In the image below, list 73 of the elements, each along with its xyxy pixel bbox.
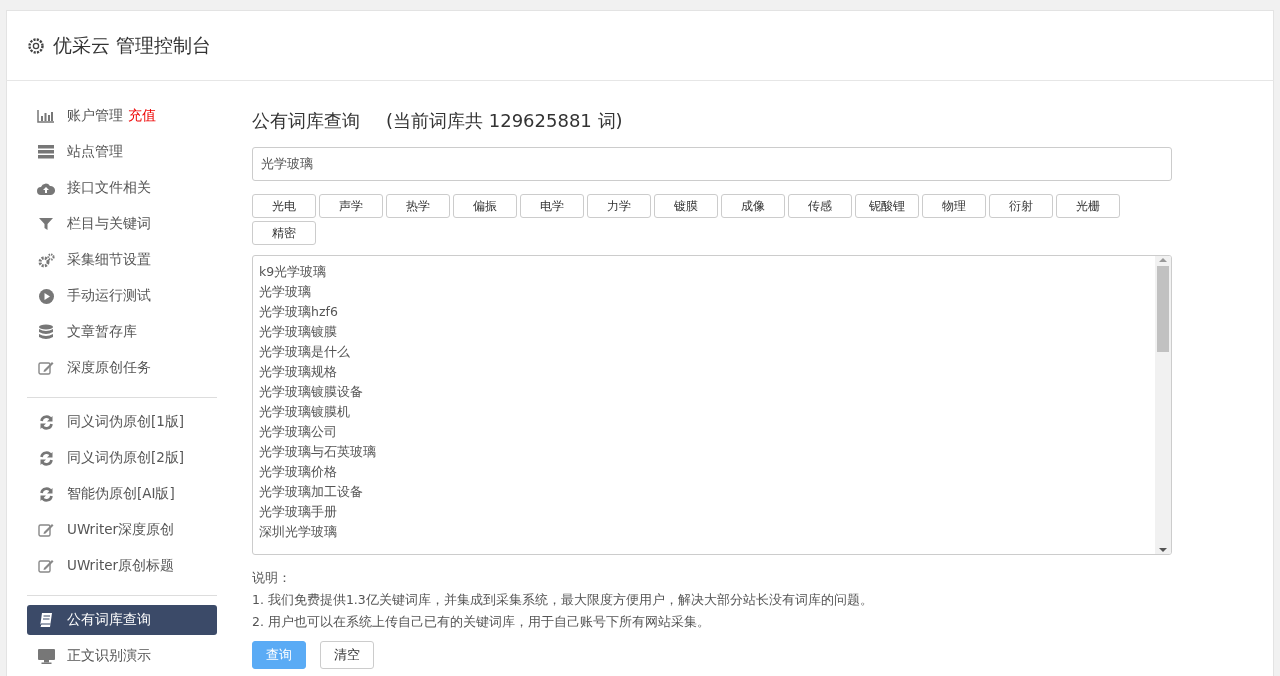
arrow-down-icon[interactable]	[1159, 546, 1167, 554]
server-icon	[38, 145, 54, 159]
recharge-link[interactable]: 充值	[128, 107, 156, 125]
result-line: 光学玻璃手册	[259, 503, 338, 521]
result-line: 光学玻璃	[259, 283, 312, 301]
sidebar-item[interactable]: UWriter深度原创	[27, 515, 217, 545]
sidebar-item[interactable]: 智能伪原创[AI版]	[27, 479, 217, 509]
tag-button[interactable]: 衍射	[989, 194, 1053, 218]
book-icon	[38, 612, 54, 628]
scrollbar-thumb[interactable]	[1157, 266, 1169, 352]
word-count: (当前词库共 129625881 词)	[386, 109, 623, 133]
clear-button[interactable]: 清空	[320, 641, 374, 669]
sidebar-item[interactable]: UWriter原创标题	[27, 551, 217, 581]
note-text: 1. 我们免费提供1.3亿关键词库，并集成到采集系统，最大限度方便用户，解决大部分站长没有词库的问题。	[252, 591, 874, 609]
result-line: 光学玻璃与石英玻璃	[259, 443, 377, 461]
edit-icon	[38, 361, 54, 375]
monitor-icon	[37, 648, 55, 664]
result-line: 深圳光学玻璃	[259, 523, 338, 541]
result-line: 光学玻璃规格	[259, 363, 338, 381]
result-line: 光学玻璃公司	[259, 423, 338, 441]
scrollbar[interactable]	[1155, 256, 1171, 554]
page-title: 公有词库查询	[252, 109, 360, 133]
tag-button[interactable]: 热学	[386, 194, 450, 218]
tag-button[interactable]: 光电	[252, 194, 316, 218]
result-line: 光学玻璃价格	[259, 463, 338, 481]
results-box[interactable]: k9光学玻璃 光学玻璃 光学玻璃hzf6 光学玻璃镀膜 光学玻璃是什么 光学玻璃规格 光学玻璃镀膜设备 光学玻璃镀膜机 光学玻璃公司 光学玻璃与石英玻璃 光学玻璃价格 光学玻璃加工设备 光学玻璃手册 深圳光学玻璃	[252, 255, 1172, 555]
tag-button[interactable]: 光栅	[1056, 194, 1120, 218]
database-icon	[39, 324, 53, 340]
sidebar-item[interactable]: 站点管理	[27, 137, 217, 167]
result-line: 光学玻璃是什么	[259, 343, 351, 361]
result-line: k9光学玻璃	[259, 263, 328, 281]
play-icon	[38, 288, 54, 304]
result-line: 光学玻璃镀膜设备	[259, 383, 364, 401]
sidebar-item[interactable]: 接口文件相关	[27, 173, 217, 203]
tag-button[interactable]: 偏振	[453, 194, 517, 218]
gear-icon	[27, 36, 45, 55]
tag-button[interactable]: 精密	[252, 221, 316, 245]
refresh-icon	[38, 486, 54, 502]
tag-button[interactable]: 声学	[319, 194, 383, 218]
sidebar-item[interactable]: 采集细节设置	[27, 245, 217, 275]
edit-icon	[38, 559, 54, 573]
sidebar-item[interactable]: 公有词库查询	[27, 605, 217, 635]
cloud-upload-icon	[37, 181, 55, 195]
sidebar-item[interactable]: 文章暂存库	[27, 317, 217, 347]
result-line: 光学玻璃镀膜	[259, 323, 338, 341]
tag-button[interactable]: 力学	[587, 194, 651, 218]
tag-button[interactable]: 电学	[520, 194, 584, 218]
refresh-icon	[38, 414, 54, 430]
tag-button[interactable]: 成像	[721, 194, 785, 218]
sidebar-item[interactable]: 账户管理 充值	[27, 101, 217, 131]
note-text: 2. 用户也可以在系统上传自己已有的关键词库，用于自己账号下所有网站采集。	[252, 613, 711, 631]
query-field[interactable]: 光学玻璃	[252, 147, 1172, 181]
tag-button[interactable]: 传感	[788, 194, 852, 218]
sidebar-item[interactable]: 同义词伪原创[1版]	[27, 407, 217, 437]
tag-button[interactable]: 铌酸锂	[855, 194, 919, 218]
sidebar-item[interactable]: 深度原创任务	[27, 353, 217, 383]
app-title: 优采云 管理控制台	[53, 32, 212, 58]
sidebar-item[interactable]: 手动运行测试	[27, 281, 217, 311]
refresh-icon	[38, 450, 54, 466]
sidebar-item[interactable]: 同义词伪原创[2版]	[27, 443, 217, 473]
tag-button[interactable]: 镀膜	[654, 194, 718, 218]
result-line: 光学玻璃加工设备	[259, 483, 364, 501]
funnel-icon	[39, 217, 53, 231]
gears-icon	[37, 252, 55, 268]
edit-icon	[38, 523, 54, 537]
bar-chart-icon	[37, 109, 55, 123]
sidebar-item[interactable]: 栏目与关键词	[27, 209, 217, 239]
notes-title: 说明：	[252, 569, 292, 587]
tag-button[interactable]: 物理	[922, 194, 986, 218]
result-line: 光学玻璃hzf6	[259, 303, 339, 321]
sidebar-item[interactable]: 正文识别演示	[27, 641, 217, 671]
arrow-up-icon[interactable]	[1159, 256, 1167, 264]
result-line: 光学玻璃镀膜机	[259, 403, 351, 421]
